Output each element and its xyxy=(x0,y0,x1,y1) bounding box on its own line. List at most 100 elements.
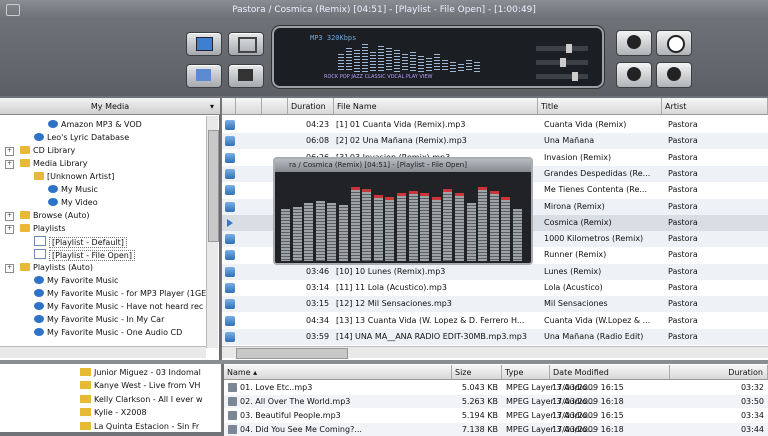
column-blank[interactable] xyxy=(236,98,262,115)
file-column-type[interactable]: Type xyxy=(502,365,550,380)
tree-item[interactable]: CD Library xyxy=(20,145,75,157)
cell-file: [1] 01 Cuanta Vida (Remix).mp3 xyxy=(336,120,466,129)
file-column-date[interactable]: Date Modified xyxy=(550,365,670,380)
calculator-button[interactable] xyxy=(228,64,264,88)
column-artist[interactable]: Artist xyxy=(662,98,768,115)
mini-spectrum-bar xyxy=(443,189,453,261)
spectrum-bar xyxy=(378,46,384,72)
tree-item[interactable]: My Favorite Music - One Audio CD xyxy=(34,327,182,339)
folder-icon xyxy=(80,408,91,417)
visualizer-icon xyxy=(196,69,211,81)
folder-item[interactable]: Kelly Clarkson - All I ever w xyxy=(80,393,203,406)
cell-artist: Pastora xyxy=(668,201,698,211)
balance-slider[interactable] xyxy=(536,58,588,67)
seek-slider[interactable] xyxy=(536,72,588,81)
playlist-icon xyxy=(34,236,46,246)
mini-spectrum-bar xyxy=(350,187,360,261)
tree-item[interactable]: My Video xyxy=(48,197,98,209)
tree-item[interactable]: Leo's Lyric Database xyxy=(34,132,129,144)
cell-artist: Pastora xyxy=(668,250,698,260)
folder-icon xyxy=(80,368,91,376)
file-column-name[interactable]: Name ▴ xyxy=(224,365,452,380)
tree-item[interactable]: Media Library xyxy=(20,158,88,170)
tree-item-label: Leo's Lyric Database xyxy=(47,133,130,142)
sort-up-icon: ▴ xyxy=(253,368,258,377)
tree-item[interactable]: My Favorite Music - for MP3 Player (1GE xyxy=(34,288,206,300)
file-row[interactable]: 02. All Over The World.mp3 5.263 KB MPEG L… xyxy=(224,395,768,408)
windows-icon xyxy=(238,37,257,53)
playlist-row[interactable]: 04:34 [13] 13 Cuanta Vida (W. Lopez & D. … xyxy=(222,313,768,329)
playlist-horizontal-scrollbar[interactable] xyxy=(222,346,768,359)
playlist-row[interactable]: 03:59 [14] UNA MA__ANA RADIO EDIT-30MB.mp… xyxy=(222,328,768,345)
playlist-row[interactable]: 03:15 [12] 12 Mil Sensaciones.mp3 Mil Sens… xyxy=(222,296,768,313)
mini-spectrum-bar xyxy=(420,193,430,261)
expand-icon[interactable]: + xyxy=(5,147,14,156)
tree-item-label: My Favorite Music xyxy=(47,276,119,285)
playlist-row[interactable]: 06:08 [2] 02 Una Mañana (Remix).mp3 Una Ma… xyxy=(222,133,768,150)
timer-icon xyxy=(667,35,685,53)
cell-title: Cosmica (Remix) xyxy=(544,217,612,227)
expand-icon[interactable]: + xyxy=(5,225,14,234)
column-icon[interactable] xyxy=(222,98,236,115)
tree-vertical-scrollbar[interactable] xyxy=(206,116,219,348)
folder-icon xyxy=(34,172,44,180)
file-column-duration[interactable]: Duration xyxy=(670,365,768,380)
expand-icon[interactable]: + xyxy=(5,264,14,273)
audio-file-icon xyxy=(225,152,235,163)
tree-horizontal-scrollbar[interactable] xyxy=(0,346,206,358)
tree-item[interactable]: [Playlist - File Open] xyxy=(34,249,135,261)
expand-icon[interactable]: + xyxy=(5,160,14,169)
playlist-row[interactable]: 04:23 [1] 01 Cuanta Vida (Remix).mp3 Cuant… xyxy=(222,117,768,133)
chevron-down-icon[interactable]: ▾ xyxy=(210,98,214,115)
folder-item[interactable]: Junior Miguez - 03 Indomal xyxy=(80,366,201,379)
cell-title: Cuanta Vida (Remix) xyxy=(544,120,627,129)
tree-item[interactable]: Playlists xyxy=(20,223,66,235)
tree-item[interactable]: [Playlist - Default] xyxy=(34,236,127,248)
eject-button[interactable] xyxy=(616,62,652,88)
tree-item[interactable]: Playlists (Auto) xyxy=(20,262,93,274)
stop-button[interactable] xyxy=(656,62,692,88)
timer-button[interactable] xyxy=(656,30,692,56)
file-row[interactable]: 03. Beautiful People.mp3 5.194 KB MPEG Lay… xyxy=(224,409,768,422)
mini-visualizer-window[interactable]: ra / Cosmica (Remix) [04:51] - [Playlist… xyxy=(273,157,533,265)
cell-title: Una Mañana xyxy=(544,136,595,146)
tree-item[interactable]: [Unknown Artist] xyxy=(34,171,114,183)
tree-item[interactable]: My Favorite Music - In My Car xyxy=(34,314,164,326)
column-duration[interactable]: Duration xyxy=(288,98,334,115)
folder-item[interactable]: Kanye West - Live from VH xyxy=(80,379,200,392)
playlist-row[interactable]: 03:14 [11] 11 Lola (Acustico).mp3 Lola (Ac… xyxy=(222,280,768,296)
column-file-name[interactable]: File Name xyxy=(334,98,538,115)
tree-item-label: My Favorite Music - One Audio CD xyxy=(47,328,183,337)
cell-title: Una Mañana (Radio Edit) xyxy=(544,331,644,341)
tree-item[interactable]: My Favorite Music xyxy=(34,275,118,287)
folder-item[interactable]: La Quinta Estacion - Sin Fr xyxy=(80,420,199,433)
view-mode-button[interactable] xyxy=(186,32,222,56)
file-row[interactable]: 01. Love Etc..mp3 5.043 KB MPEG Layer 3 Au… xyxy=(224,381,768,394)
visualizer-button[interactable] xyxy=(186,64,222,88)
spectrum-bar xyxy=(426,58,432,72)
spectrum-bar xyxy=(434,54,440,72)
tree-item-label: Media Library xyxy=(33,159,88,168)
mini-spectrum-bar xyxy=(455,193,464,261)
tree-item-label: My Favorite Music - In My Car xyxy=(47,315,165,324)
previous-button[interactable] xyxy=(616,30,652,56)
column-sort[interactable] xyxy=(262,98,288,115)
volume-slider[interactable] xyxy=(536,44,588,53)
file-column-size[interactable]: Size xyxy=(452,365,502,380)
file-row[interactable]: 04. Did You See Me Coming?... 7.138 KB MPE… xyxy=(224,423,768,436)
tree-item[interactable]: My Favorite Music - Have not heard rec xyxy=(34,301,203,313)
audio-file-icon xyxy=(225,331,235,342)
media-tree-header[interactable]: My Media ▾ xyxy=(0,98,220,115)
tree-item[interactable]: My Music xyxy=(48,184,98,196)
column-title[interactable]: Title xyxy=(538,98,662,115)
equalizer-presets[interactable]: ROCK POP JAZZ CLASSIC VOCAL PLAY VIEW xyxy=(324,74,504,83)
tree-item[interactable]: Browse (Auto) xyxy=(20,210,90,222)
spectrum-bar xyxy=(346,48,352,72)
mini-spectrum-bar xyxy=(478,187,488,261)
window-menu-icon[interactable] xyxy=(6,4,20,16)
display-mode-button[interactable] xyxy=(228,32,264,56)
folder-item[interactable]: Kylie - X2008 xyxy=(80,406,147,419)
expand-icon[interactable]: + xyxy=(5,212,14,221)
tree-item[interactable]: Amazon MP3 & VOD xyxy=(48,119,142,131)
playlist-row[interactable]: 03:46 [10] 10 Lunes (Remix).mp3 Lunes (Rem… xyxy=(222,263,768,280)
